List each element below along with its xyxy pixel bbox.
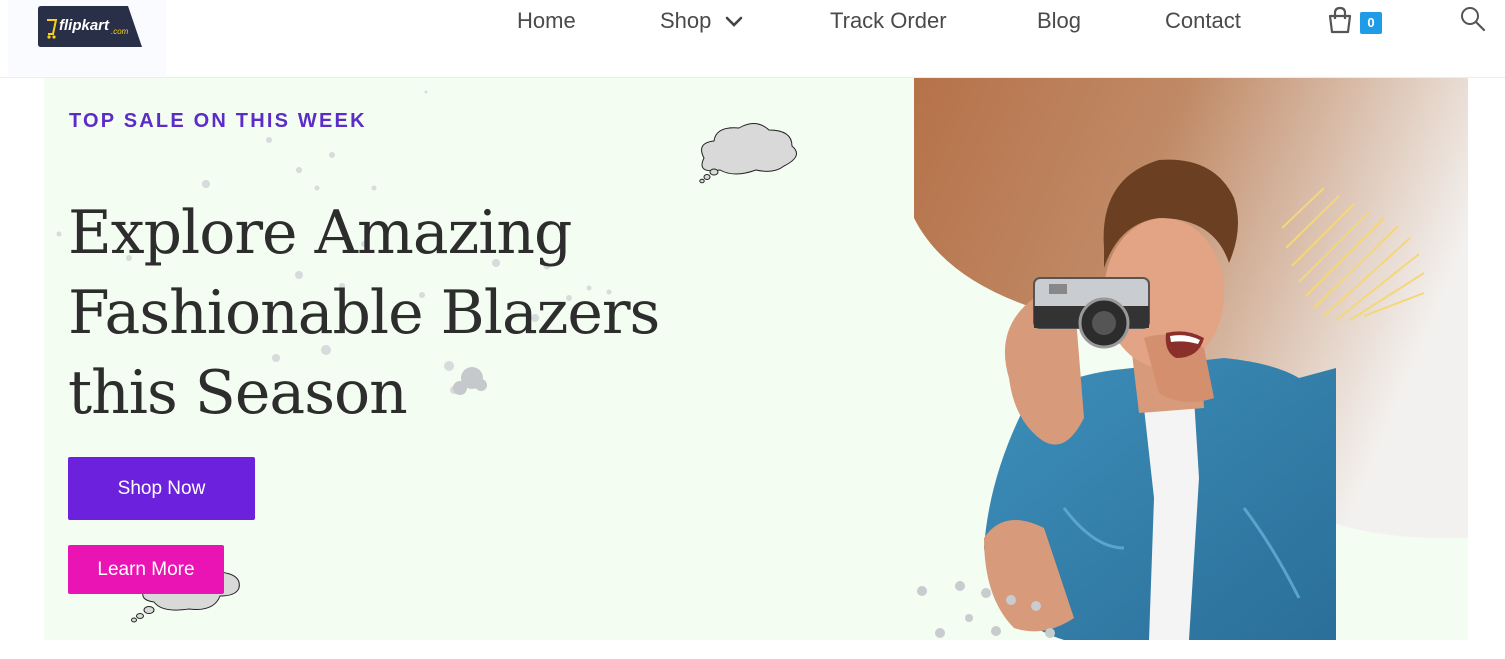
nav-track-order[interactable]: Track Order [830, 8, 947, 34]
nav-shop[interactable]: Shop [660, 8, 711, 34]
svg-text:flipkart: flipkart [59, 17, 110, 34]
flipkart-logo[interactable]: flipkart .com [38, 6, 142, 47]
headline-line-1: Explore Amazing [68, 198, 572, 268]
shop-chevron-down-icon[interactable] [724, 12, 744, 32]
nav-home[interactable]: Home [517, 8, 576, 34]
nav-contact[interactable]: Contact [1165, 8, 1241, 34]
headline-line-2: Fashionable Blazers [68, 278, 660, 348]
headline-line-3: this Season [68, 358, 408, 428]
hero-headline: Explore Amazing Fashionable Blazers this… [68, 193, 768, 433]
hero-image [914, 78, 1468, 640]
search-icon[interactable] [1460, 6, 1486, 32]
logo-container[interactable]: flipkart .com [8, 0, 166, 76]
hero-banner: TOP SALE ON THIS WEEK Explore Amazing Fa… [44, 78, 1468, 640]
site-header: flipkart .com Home Shop Track Order Blog… [0, 0, 1505, 78]
cart-count-badge[interactable]: 0 [1360, 12, 1382, 34]
cart-bag-icon[interactable] [1326, 6, 1354, 34]
learn-more-button[interactable]: Learn More [68, 545, 224, 594]
shop-now-button[interactable]: Shop Now [68, 457, 255, 520]
svg-text:.com: .com [111, 27, 129, 36]
nav-blog[interactable]: Blog [1037, 8, 1081, 34]
hero-kicker: TOP SALE ON THIS WEEK [69, 110, 367, 132]
